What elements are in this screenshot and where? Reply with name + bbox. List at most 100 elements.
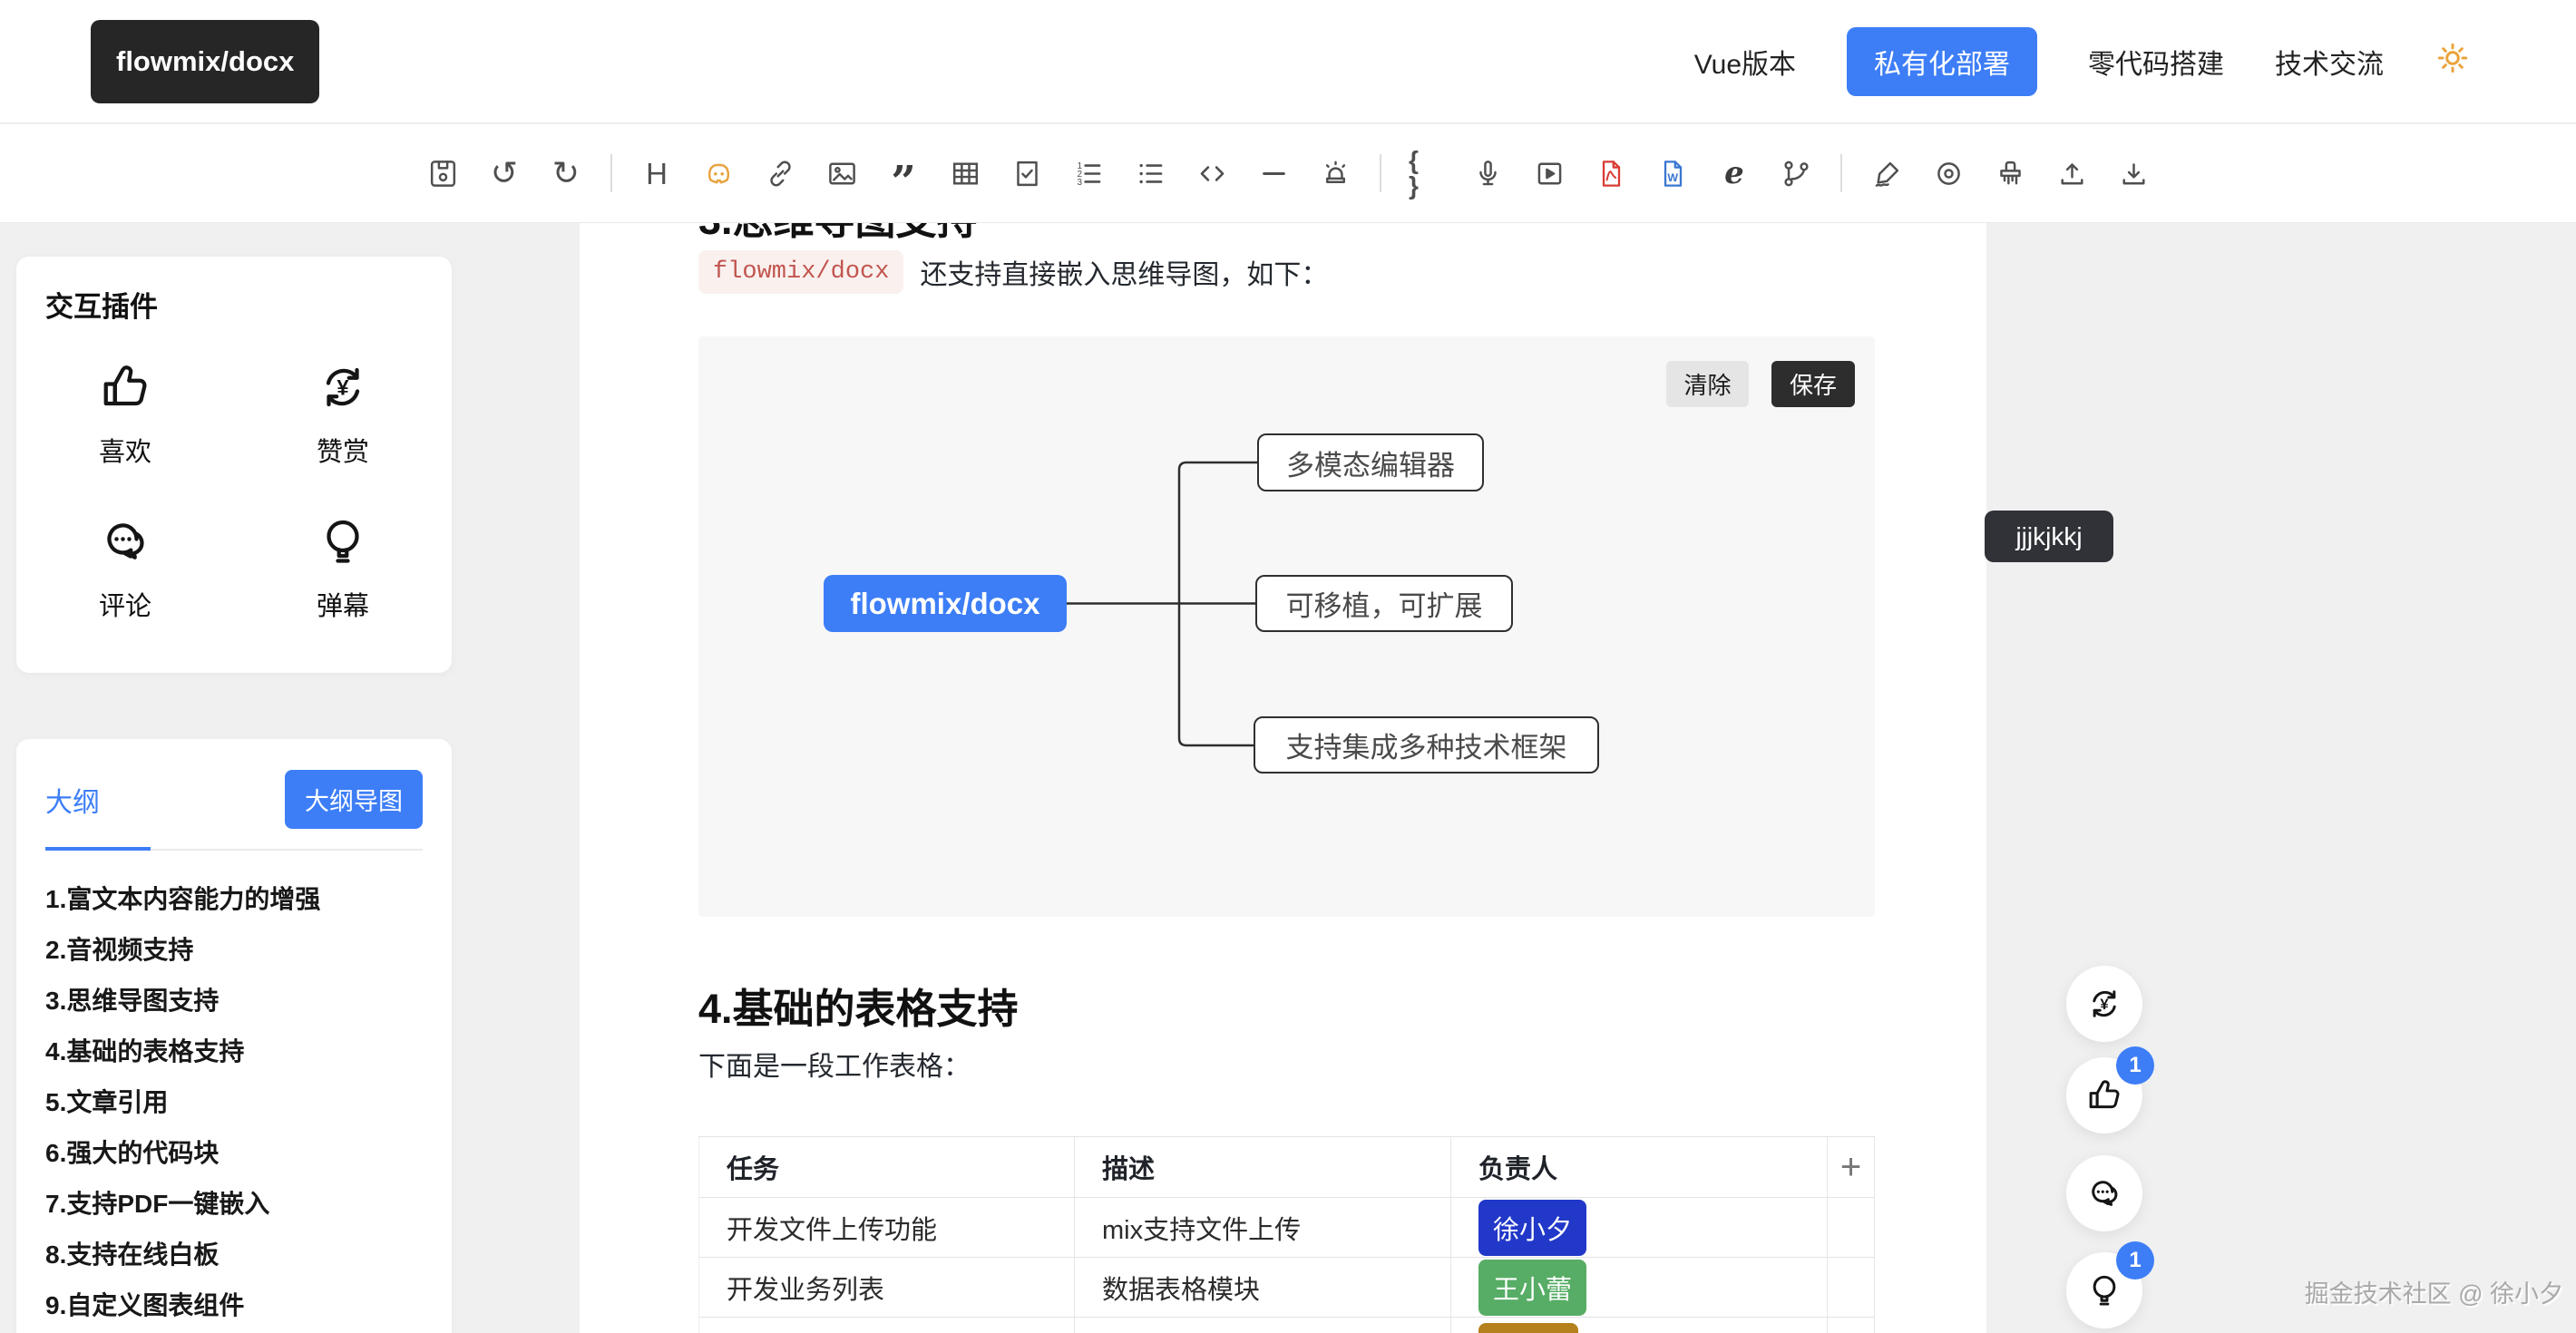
table-cell-desc[interactable]: mix支持文件上传	[1075, 1198, 1451, 1258]
section-lead: 下面是一段工作表格：	[698, 1044, 971, 1084]
outline-item[interactable]: 8.支持在线白板	[45, 1230, 423, 1280]
intro-text: 还支持直接嵌入思维导图，如下：	[920, 252, 1328, 292]
outline-item[interactable]: 9.自定义图表组件	[45, 1280, 423, 1331]
table-cell-task[interactable]: 开发文件上传功能	[698, 1198, 1075, 1258]
table-header-desc[interactable]: 描述	[1075, 1137, 1451, 1198]
mindmap-child-node[interactable]: 多模态编辑器	[1257, 433, 1484, 491]
tab-outline[interactable]: 大纲	[45, 780, 100, 820]
microphone-icon[interactable]	[1470, 156, 1505, 190]
document-page[interactable]: 3.思维导图支持 flowmix/docx 还支持直接嵌入思维导图，如下： 清除…	[580, 223, 1986, 1333]
save-icon[interactable]	[425, 156, 460, 190]
outline-item[interactable]: 3.思维导图支持	[45, 976, 423, 1027]
table-cell-desc[interactable]	[1075, 1318, 1451, 1333]
bulb-icon	[316, 514, 370, 569]
undo-icon[interactable]: ↺	[487, 156, 522, 190]
plugin-comment[interactable]: 评论	[16, 491, 234, 641]
plugins-panel-title: 交互插件	[45, 284, 423, 325]
pdf-embed-icon[interactable]	[1594, 156, 1628, 190]
nav-no-code[interactable]: 零代码搭建	[2088, 42, 2224, 82]
upload-icon[interactable]	[2054, 156, 2089, 190]
add-column-button[interactable]: +	[1828, 1137, 1875, 1198]
table-cell-desc[interactable]: 数据表格模块	[1075, 1258, 1451, 1318]
mindmap-root-node[interactable]: flowmix/docx	[824, 575, 1067, 632]
table-cell-owner[interactable]	[1451, 1318, 1828, 1333]
danmaku-count-badge: 1	[2116, 1241, 2154, 1279]
float-danmaku-button[interactable]: 1	[2066, 1252, 2142, 1328]
reward-refresh-icon: ¥	[316, 360, 370, 414]
table-icon[interactable]	[948, 156, 982, 190]
inline-code-icon[interactable]	[1195, 156, 1229, 190]
heading-icon[interactable]: H	[639, 156, 674, 190]
signature-pen-icon[interactable]	[1869, 156, 1904, 190]
preview-eye-icon[interactable]	[1931, 156, 1966, 190]
inline-code-badge: flowmix/docx	[698, 250, 903, 294]
thumb-up-icon	[2085, 1076, 2123, 1114]
mindmap-child-node[interactable]: 可移植，可扩展	[1255, 575, 1513, 632]
alert-siren-icon[interactable]	[1318, 156, 1352, 190]
outline-item[interactable]: 6.强大的代码块	[45, 1128, 423, 1179]
reward-refresh-icon: ¥	[2085, 985, 2123, 1023]
plugin-reward[interactable]: ¥ 赞赏	[234, 336, 452, 487]
video-icon[interactable]	[1532, 156, 1566, 190]
horizontal-rule-icon[interactable]	[1256, 156, 1291, 190]
top-header: flowmix/docx Vue版本 私有化部署 零代码搭建 技术交流	[0, 0, 2576, 123]
plugin-comment-label: 评论	[99, 585, 151, 623]
image-icon[interactable]	[825, 156, 859, 190]
nav-private-deploy-button[interactable]: 私有化部署	[1847, 27, 2037, 96]
watermark: 掘金技术社区 @ 徐小夕	[2305, 1274, 2563, 1309]
outline-item[interactable]: 4.基础的表格支持	[45, 1027, 423, 1077]
outline-tab-divider	[45, 849, 423, 851]
table-cell-task[interactable]: 开发业务列表	[698, 1258, 1075, 1318]
comment-bubbles-icon	[2085, 1174, 2123, 1212]
outline-item[interactable]: 5.文章引用	[45, 1077, 423, 1128]
bullet-list-icon[interactable]	[1133, 156, 1167, 190]
float-like-button[interactable]: 1	[2066, 1057, 2142, 1134]
float-reward-button[interactable]: ¥	[2066, 966, 2142, 1042]
outline-panel: 大纲 大纲导图 1.富文本内容能力的增强 2.音视频支持 3.思维导图支持 4.…	[16, 739, 452, 1333]
outline-map-button[interactable]: 大纲导图	[285, 770, 423, 829]
svg-text:W: W	[1667, 170, 1678, 183]
nav-tech-exchange[interactable]: 技术交流	[2275, 42, 2384, 82]
download-icon[interactable]	[2116, 156, 2151, 190]
table-header-task[interactable]: 任务	[698, 1137, 1075, 1198]
nav-vue-version[interactable]: Vue版本	[1694, 42, 1796, 82]
outline-item[interactable]: 1.富文本内容能力的增强	[45, 874, 423, 925]
brand-logo[interactable]: flowmix/docx	[91, 20, 319, 103]
table-cell-empty[interactable]	[1828, 1318, 1875, 1333]
word-export-icon[interactable]: W	[1655, 156, 1690, 190]
mindmap-embed[interactable]: 清除 保存 flowmix/docx 多模态编辑器 可移植，可扩展 支持集成多种…	[698, 336, 1875, 917]
toolbar-divider	[1840, 154, 1842, 192]
quote-icon[interactable]: ”	[886, 166, 921, 200]
plugin-danmaku-label: 弹幕	[317, 585, 369, 623]
clear-format-brush-icon[interactable]	[1993, 156, 2027, 190]
table-cell-owner[interactable]: 徐小夕	[1451, 1198, 1828, 1258]
table-cell-owner[interactable]: 王小蕾	[1451, 1258, 1828, 1318]
float-comment-button[interactable]	[2066, 1155, 2142, 1231]
table-cell-empty[interactable]	[1828, 1258, 1875, 1318]
plugin-reward-label: 赞赏	[317, 431, 369, 469]
browser-ie-icon[interactable]: e	[1717, 156, 1751, 190]
table-cell-task[interactable]	[698, 1318, 1075, 1333]
mindmap-child-node[interactable]: 支持集成多种技术框架	[1254, 716, 1599, 774]
git-branch-icon[interactable]	[1779, 156, 1813, 190]
sun-icon[interactable]	[2435, 40, 2471, 83]
mindmap-save-button[interactable]: 保存	[1771, 361, 1855, 407]
outline-list: 1.富文本内容能力的增强 2.音视频支持 3.思维导图支持 4.基础的表格支持 …	[45, 874, 423, 1333]
outline-item[interactable]: 2.音视频支持	[45, 925, 423, 976]
link-icon[interactable]	[763, 156, 797, 190]
ordered-list-icon[interactable]: 1 2 3	[1071, 156, 1106, 190]
redo-icon[interactable]: ↻	[549, 156, 583, 190]
plugin-like[interactable]: 喜欢	[16, 336, 234, 487]
code-block-braces-icon[interactable]: { }	[1409, 156, 1443, 190]
outline-item[interactable]: 7.支持PDF一键嵌入	[45, 1179, 423, 1230]
emoji-discord-icon[interactable]	[701, 156, 736, 190]
task-list-icon[interactable]	[1010, 156, 1044, 190]
svg-text:3: 3	[1077, 177, 1082, 187]
plugin-danmaku[interactable]: 弹幕	[234, 491, 452, 641]
top-nav: Vue版本 私有化部署 零代码搭建 技术交流	[1694, 0, 2471, 123]
table-header-owner[interactable]: 负责人	[1451, 1137, 1828, 1198]
mindmap-clear-button[interactable]: 清除	[1666, 361, 1749, 407]
comment-bubbles-icon	[98, 514, 152, 569]
comment-tooltip: jjjkjkkj	[1985, 511, 2113, 562]
table-cell-empty[interactable]	[1828, 1198, 1875, 1258]
